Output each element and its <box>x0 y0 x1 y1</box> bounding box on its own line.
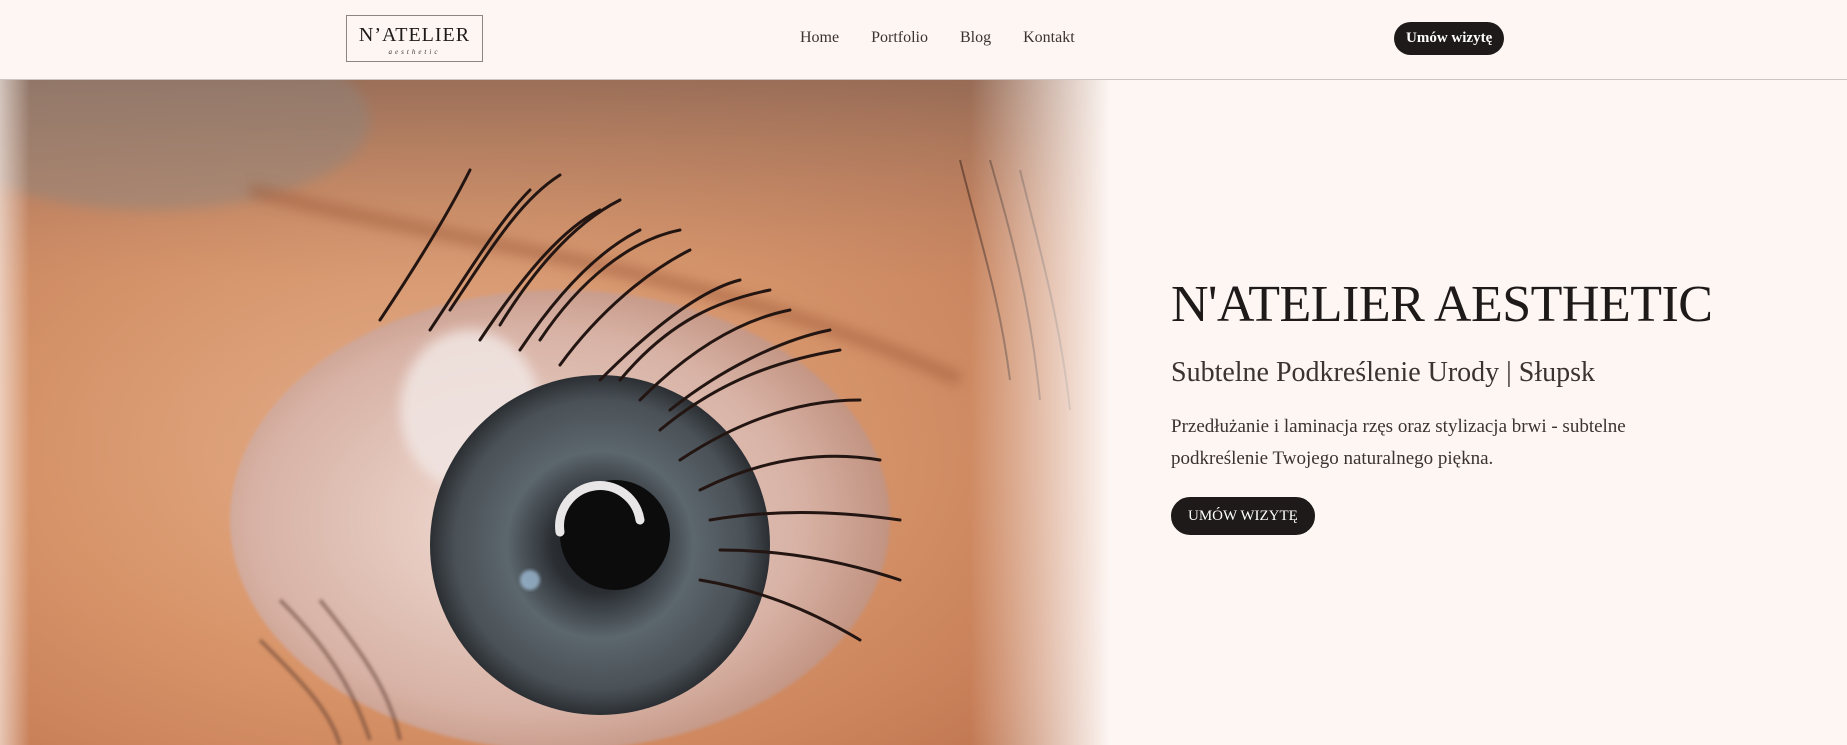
image-fade-right <box>970 80 1110 745</box>
book-visit-header-button[interactable]: Umów wizytę <box>1394 22 1505 55</box>
nav-portfolio-link[interactable]: Portfolio <box>871 29 928 47</box>
image-fade-left <box>0 80 30 745</box>
hero-title: N'ATELIER AESTHETIC <box>1171 276 1713 333</box>
nav-kontakt-link[interactable]: Kontakt <box>1023 29 1075 47</box>
logo-sub-text: aesthetic <box>388 48 441 56</box>
hero-section: N'ATELIER AESTHETIC Subtelne Podkreśleni… <box>0 80 1847 745</box>
site-header: N’ATELIER aesthetic Home Portfolio Blog … <box>0 0 1847 80</box>
hero-content: N'ATELIER AESTHETIC Subtelne Podkreśleni… <box>1171 276 1791 536</box>
main-nav: Home Portfolio Blog Kontakt <box>800 29 1107 47</box>
nav-home-link[interactable]: Home <box>800 29 839 47</box>
book-visit-hero-button[interactable]: UMÓW WIZYTĘ <box>1171 497 1315 536</box>
nav-blog-link[interactable]: Blog <box>960 29 991 47</box>
hero-description: Przedłużanie i laminacja rzęs oraz styli… <box>1171 416 1626 470</box>
hero-eye-illustration <box>0 80 1110 745</box>
logo-main-text: N’ATELIER <box>358 24 471 46</box>
hero-subtitle: Subtelne Podkreślenie Urody | Słupsk <box>1171 357 1596 389</box>
brand-logo[interactable]: N’ATELIER aesthetic <box>346 15 483 62</box>
eye-lashes-photo <box>0 80 1110 745</box>
